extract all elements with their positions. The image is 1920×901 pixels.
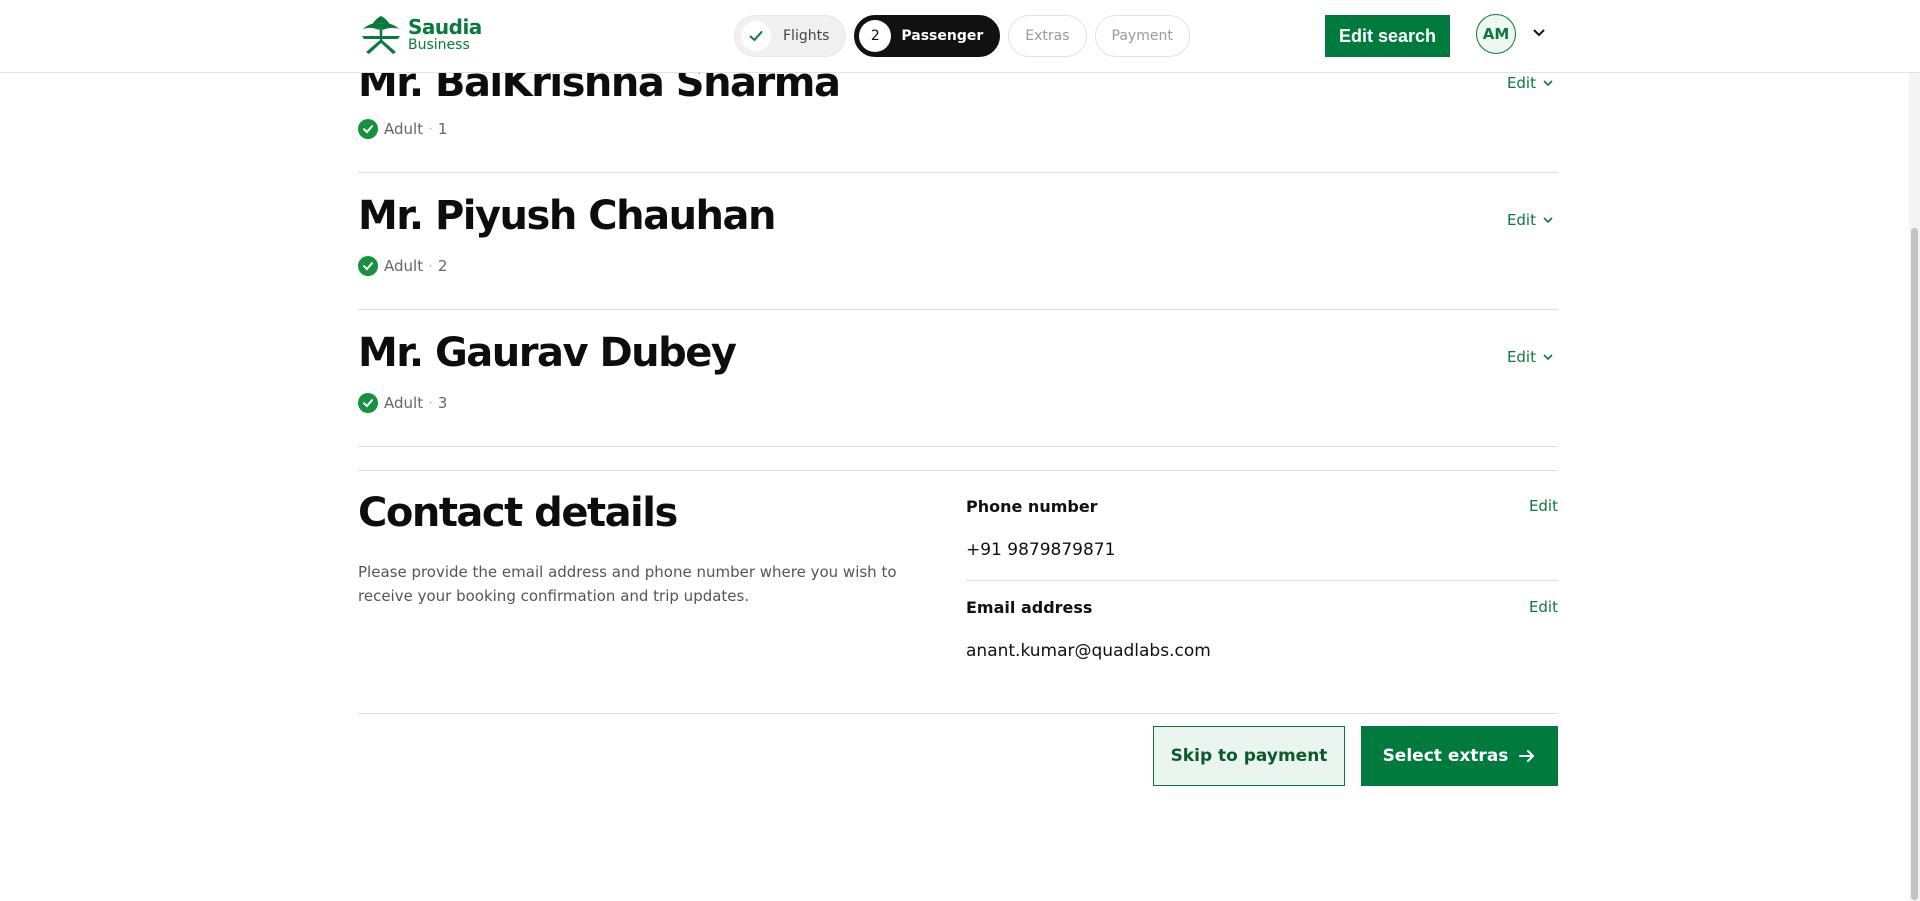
passenger-type: Adult · 2 (358, 256, 447, 276)
phone-number-label: Phone number (966, 497, 1098, 516)
edit-label: Edit (1506, 211, 1536, 229)
brand-subtitle: Business (408, 36, 470, 53)
passenger-name: Mr. Piyush Chauhan (358, 193, 776, 239)
edit-phone-button[interactable]: Edit (1529, 497, 1558, 515)
user-avatar[interactable]: AM (1476, 14, 1516, 54)
step-label: Passenger (901, 28, 984, 44)
separator: · (428, 120, 433, 138)
chevron-down-icon (1543, 354, 1553, 361)
contact-details-description: Please provide the email address and pho… (358, 563, 897, 605)
step-number: 2 (859, 20, 892, 52)
edit-email-button[interactable]: Edit (1529, 598, 1558, 616)
step-flights[interactable]: Flights (734, 15, 847, 57)
chevron-down-icon[interactable] (1532, 26, 1546, 40)
palm-swords-logo-icon (362, 16, 400, 54)
edit-label: Edit (1506, 348, 1536, 366)
separator: · (428, 257, 433, 275)
edit-passenger-button[interactable]: Edit (1507, 348, 1554, 366)
chevron-down-icon (1543, 217, 1553, 224)
passenger-type-label: Adult (384, 120, 424, 138)
scrollbar-thumb[interactable] (1911, 228, 1918, 900)
checkmark-circle-icon (358, 393, 378, 413)
passenger-index: 2 (437, 257, 448, 275)
passenger-type: Adult · 1 (358, 119, 447, 139)
email-address-label: Email address (966, 598, 1093, 617)
checkmark-circle-icon (358, 119, 378, 139)
field-divider (966, 580, 1558, 581)
passenger-row: Mr. Gaurav Dubey Adult · 3 Edit (358, 310, 1558, 447)
edit-passenger-button[interactable]: Edit (1507, 74, 1554, 92)
passenger-type: Adult · 3 (358, 393, 447, 413)
select-extras-button[interactable]: Select extras (1361, 726, 1558, 786)
phone-number-value: +91 9879879871 (966, 540, 1116, 560)
section-divider (358, 470, 1558, 471)
email-address-value: anant.kumar@quadlabs.com (966, 641, 1211, 661)
passenger-name: Mr. Gaurav Dubey (358, 330, 737, 376)
passenger-row: Mr. Piyush Chauhan Adult · 2 Edit (358, 173, 1558, 310)
passenger-index: 3 (437, 394, 448, 412)
edit-passenger-button[interactable]: Edit (1507, 211, 1554, 229)
step-passenger[interactable]: 2 Passenger (854, 15, 1001, 57)
step-label: Extras (1025, 28, 1070, 44)
step-extras[interactable]: Extras (1008, 15, 1087, 57)
section-divider (358, 713, 1558, 714)
skip-to-payment-button[interactable]: Skip to payment (1153, 726, 1345, 786)
passenger-index: 1 (437, 120, 448, 138)
step-payment[interactable]: Payment (1094, 15, 1190, 57)
top-header: Saudia Business Flights 2 Passenger Extr… (0, 0, 1920, 73)
contact-details-heading: Contact details (358, 490, 678, 536)
chevron-down-icon (1543, 80, 1553, 87)
edit-label: Edit (1506, 74, 1536, 92)
select-extras-label: Select extras (1382, 746, 1509, 766)
step-label: Flights (783, 28, 830, 44)
arrow-right-icon (1519, 750, 1535, 762)
brand-name: Saudia (408, 14, 482, 39)
passenger-type-label: Adult (384, 394, 424, 412)
booking-progress-steps: Flights 2 Passenger Extras Payment (734, 15, 1190, 57)
passenger-type-label: Adult (384, 257, 424, 275)
edit-search-button[interactable]: Edit search (1325, 15, 1450, 57)
saudia-logo[interactable]: Saudia Business (358, 12, 482, 56)
checkmark-circle-icon (358, 256, 378, 276)
separator: · (428, 394, 433, 412)
step-label: Payment (1111, 28, 1173, 44)
check-icon (741, 21, 771, 51)
page-scrollbar[interactable] (1909, 0, 1920, 901)
